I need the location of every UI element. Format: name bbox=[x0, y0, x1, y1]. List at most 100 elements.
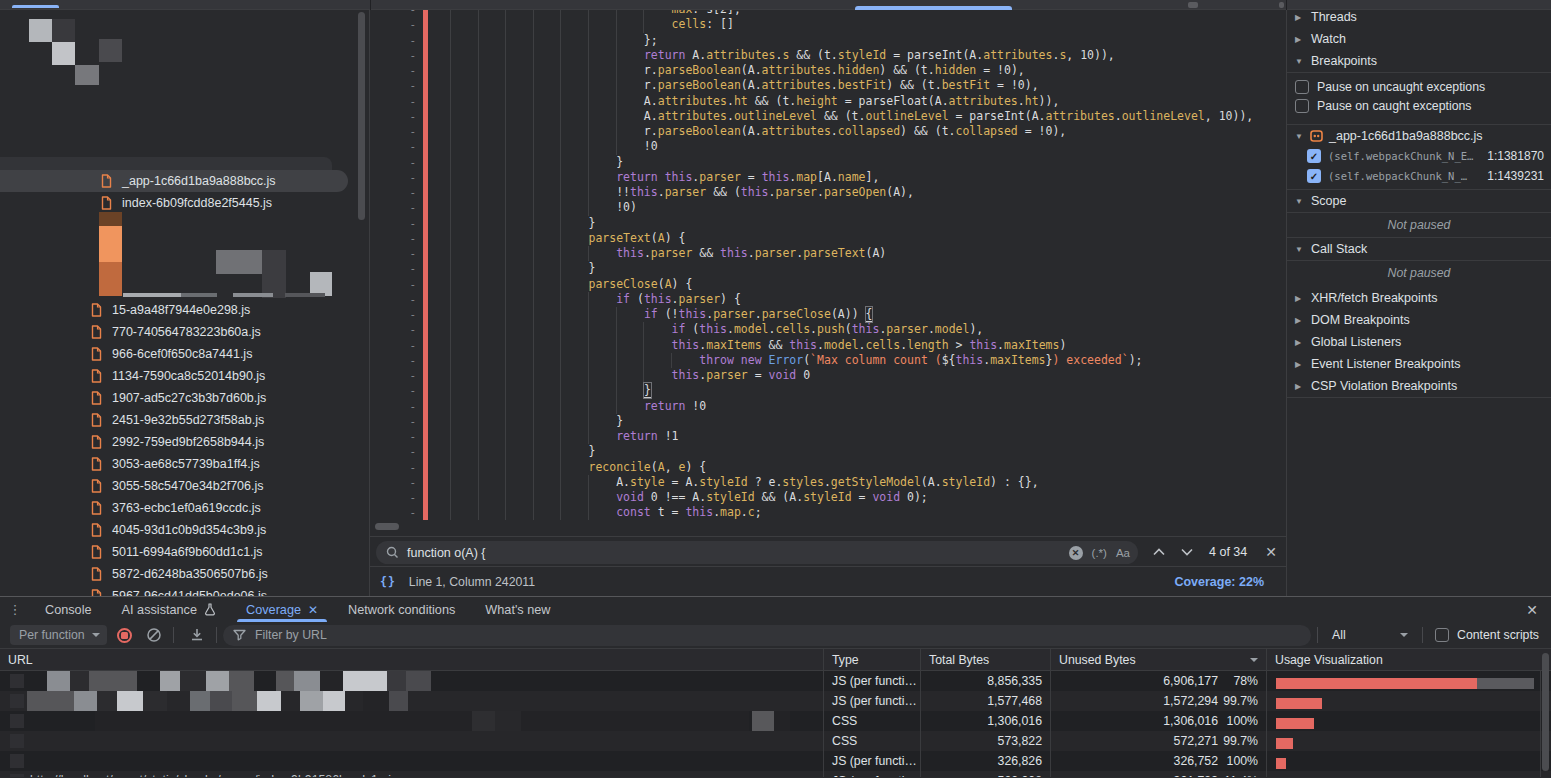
drawer-menu-icon[interactable]: ⋮ bbox=[0, 602, 30, 617]
code-line[interactable]: this.parser = void 0 bbox=[450, 368, 1253, 383]
code-line[interactable]: return this.parser = this.map[A.name], bbox=[450, 170, 1253, 185]
section-global-listeners[interactable]: ▶Global Listeners bbox=[1287, 331, 1551, 353]
pretty-print-icon[interactable]: {} bbox=[380, 575, 396, 589]
section-watch[interactable]: ▶Watch bbox=[1287, 28, 1551, 50]
file-item[interactable]: 966-6cef0f650c8a7441.js bbox=[0, 343, 370, 365]
search-next-button[interactable] bbox=[1173, 539, 1201, 565]
file-item[interactable]: 3763-ecbc1ef0a619ccdc.js bbox=[0, 497, 370, 519]
drawer-tab-coverage[interactable]: Coverage✕ bbox=[231, 597, 333, 622]
file-item[interactable]: 15-a9a48f7944e0e298.js bbox=[0, 299, 370, 321]
coverage-table-row[interactable]: CSS1,306,0161,306,016100% bbox=[0, 711, 1551, 731]
file-item[interactable]: 5872-d6248ba3506507b6.js bbox=[0, 563, 370, 585]
code-line[interactable]: }; bbox=[450, 33, 1253, 48]
code-line[interactable]: const t = this.map.c; bbox=[450, 505, 1253, 520]
code-line[interactable]: if (this.model.cells.push(this.parser.mo… bbox=[450, 322, 1253, 337]
code-line[interactable]: return !1 bbox=[450, 429, 1253, 444]
export-coverage-button[interactable] bbox=[184, 623, 210, 647]
search-input[interactable]: function o(A) { ✕ (.*) Aa bbox=[376, 541, 1138, 564]
column-header-total-bytes[interactable]: Total Bytes bbox=[921, 649, 1051, 670]
coverage-mode-select[interactable]: Per function bbox=[10, 625, 107, 645]
match-case-toggle[interactable]: Aa bbox=[1116, 547, 1130, 559]
coverage-table-row[interactable]: JS (per functi…8,856,3356,906,17778% bbox=[0, 671, 1551, 691]
code-line[interactable]: this.parser && this.parser.parseText(A) bbox=[450, 246, 1253, 261]
code-line[interactable]: } bbox=[450, 383, 1253, 398]
code-line[interactable]: !!this.parser && (this.parser.parseOpen(… bbox=[450, 185, 1253, 200]
code-area[interactable]: ---------------------------------- max: … bbox=[370, 10, 1286, 520]
column-header-url[interactable]: URL bbox=[0, 649, 824, 670]
code-line[interactable]: A.attributes.ht && (t.height = parseFloa… bbox=[450, 94, 1253, 109]
coverage-table-row[interactable]: JS (per functi…326,826326,752100% bbox=[0, 751, 1551, 771]
coverage-type-select[interactable]: All bbox=[1324, 628, 1416, 642]
navigator-scrollbar[interactable] bbox=[358, 12, 365, 220]
code-line[interactable]: r.parseBoolean(A.attributes.collapsed) &… bbox=[450, 124, 1253, 139]
content-scripts-checkbox[interactable] bbox=[1435, 628, 1449, 642]
drawer-tab-what-s-new[interactable]: What's new bbox=[470, 597, 565, 622]
drawer-tab-network-conditions[interactable]: Network conditions bbox=[333, 597, 470, 622]
coverage-table-row[interactable]: JS (per functi…1,577,4681,572,29499.7% bbox=[0, 691, 1551, 711]
file-item[interactable]: 4045-93d1c0b9d354c3b9.js bbox=[0, 519, 370, 541]
scrollbar-thumb[interactable] bbox=[1542, 653, 1549, 771]
code-line[interactable]: } bbox=[450, 155, 1253, 170]
coverage-table-row[interactable]: CSS573,822572,27199.7% bbox=[0, 731, 1551, 751]
drawer-tab-console[interactable]: Console bbox=[30, 597, 107, 622]
pause-caught-row[interactable]: Pause on caught exceptions bbox=[1287, 96, 1551, 115]
drawer-scrollbar[interactable] bbox=[1542, 651, 1550, 777]
clear-search-icon[interactable]: ✕ bbox=[1069, 546, 1083, 560]
section-threads[interactable]: ▶Threads bbox=[1287, 10, 1551, 28]
file-item[interactable]: 770-740564783223b60a.js bbox=[0, 321, 370, 343]
file-item[interactable]: 1134-7590ca8c52014b90.js bbox=[0, 365, 370, 387]
file-item[interactable]: 3053-ae68c57739ba1ff4.js bbox=[0, 453, 370, 475]
pause-uncaught-row[interactable]: Pause on uncaught exceptions bbox=[1287, 77, 1551, 96]
breakpoint-checkbox[interactable]: ✓ bbox=[1307, 169, 1321, 183]
code-line[interactable]: parseText(A) { bbox=[450, 231, 1253, 246]
editor-horizontal-scrollbar[interactable] bbox=[370, 520, 1286, 536]
code-line[interactable]: cells: [] bbox=[450, 17, 1253, 32]
code-line[interactable]: void 0 !== A.styleId && (A.styleId = voi… bbox=[450, 490, 1253, 505]
file-item[interactable]: 2992-759ed9bf2658b944.js bbox=[0, 431, 370, 453]
file-item[interactable]: 5967-96cd41dd5b0ede06.js bbox=[0, 585, 370, 596]
section-dom-breakpoints[interactable]: ▶DOM Breakpoints bbox=[1287, 309, 1551, 331]
code-line[interactable]: return A.attributes.s && (t.styleId = pa… bbox=[450, 48, 1253, 63]
section-xhr-breakpoints[interactable]: ▶XHR/fetch Breakpoints bbox=[1287, 287, 1551, 309]
search-previous-button[interactable] bbox=[1145, 539, 1173, 565]
code-line[interactable]: this.maxItems && this.model.cells.length… bbox=[450, 338, 1253, 353]
close-tab-icon[interactable]: ✕ bbox=[308, 603, 318, 617]
code-line[interactable]: throw new Error(`Max column count (${thi… bbox=[450, 353, 1253, 368]
code-line[interactable]: } bbox=[450, 444, 1253, 459]
breakpoint-checkbox[interactable]: ✓ bbox=[1307, 149, 1321, 163]
clear-coverage-button[interactable] bbox=[141, 623, 167, 647]
section-csp-breakpoints[interactable]: ▶CSP Violation Breakpoints bbox=[1287, 375, 1551, 397]
pause-uncaught-checkbox[interactable] bbox=[1295, 80, 1309, 94]
code-line[interactable]: r.parseBoolean(A.attributes.bestFit) && … bbox=[450, 78, 1253, 93]
coverage-link[interactable]: Coverage: 22% bbox=[1174, 575, 1264, 589]
section-event-listener-breakpoints[interactable]: ▶Event Listener Breakpoints bbox=[1287, 353, 1551, 375]
code-line[interactable]: r.parseBoolean(A.attributes.hidden) && (… bbox=[450, 63, 1253, 78]
file-item[interactable]: 3055-58c5470e34b2f706.js bbox=[0, 475, 370, 497]
code-line[interactable]: A.attributes.outlineLevel && (t.outlineL… bbox=[450, 109, 1253, 124]
column-header-unused-bytes[interactable]: Unused Bytes bbox=[1051, 649, 1267, 670]
code-line[interactable]: } bbox=[450, 216, 1253, 231]
drawer-tab-ai-assistance[interactable]: AI assistance bbox=[107, 597, 231, 622]
regex-toggle[interactable]: (.*) bbox=[1092, 547, 1107, 559]
code-line[interactable]: parseClose(A) { bbox=[450, 277, 1253, 292]
code-line[interactable]: if (!this.parser.parseClose(A)) { bbox=[450, 307, 1253, 322]
close-drawer-icon[interactable]: ✕ bbox=[1519, 597, 1545, 622]
file-item-selected[interactable]: _app-1c66d1ba9a888bcc.js bbox=[0, 170, 348, 192]
tab-overflow-icon[interactable] bbox=[1188, 2, 1198, 8]
code-line[interactable]: if (this.parser) { bbox=[450, 292, 1253, 307]
close-search-icon[interactable]: ✕ bbox=[1257, 544, 1285, 560]
section-call-stack[interactable]: ▼Call Stack bbox=[1287, 238, 1551, 260]
code-line[interactable]: max: s[2], bbox=[450, 10, 1253, 17]
code-line[interactable]: A.style = A.styleId ? e.styles.getStyleM… bbox=[450, 475, 1253, 490]
section-scope[interactable]: ▼Scope bbox=[1287, 190, 1551, 212]
content-scripts-row[interactable]: Content scripts bbox=[1429, 628, 1539, 642]
file-item[interactable]: 5011-6994a6f9b60dd1c1.js bbox=[0, 541, 370, 563]
filter-by-url-input[interactable]: Filter by URL bbox=[223, 625, 1311, 646]
section-breakpoints[interactable]: ▼Breakpoints bbox=[1287, 50, 1551, 72]
code-line[interactable]: return !0 bbox=[450, 399, 1253, 414]
more-options-icon[interactable] bbox=[1279, 2, 1284, 8]
column-header-type[interactable]: Type bbox=[824, 649, 921, 670]
pause-caught-checkbox[interactable] bbox=[1295, 99, 1309, 113]
breakpoint-entry[interactable]: ✓(self.webpackChunk_N_…1:1439231 bbox=[1287, 166, 1551, 186]
file-item[interactable]: 2451-9e32b55d273f58ab.js bbox=[0, 409, 370, 431]
